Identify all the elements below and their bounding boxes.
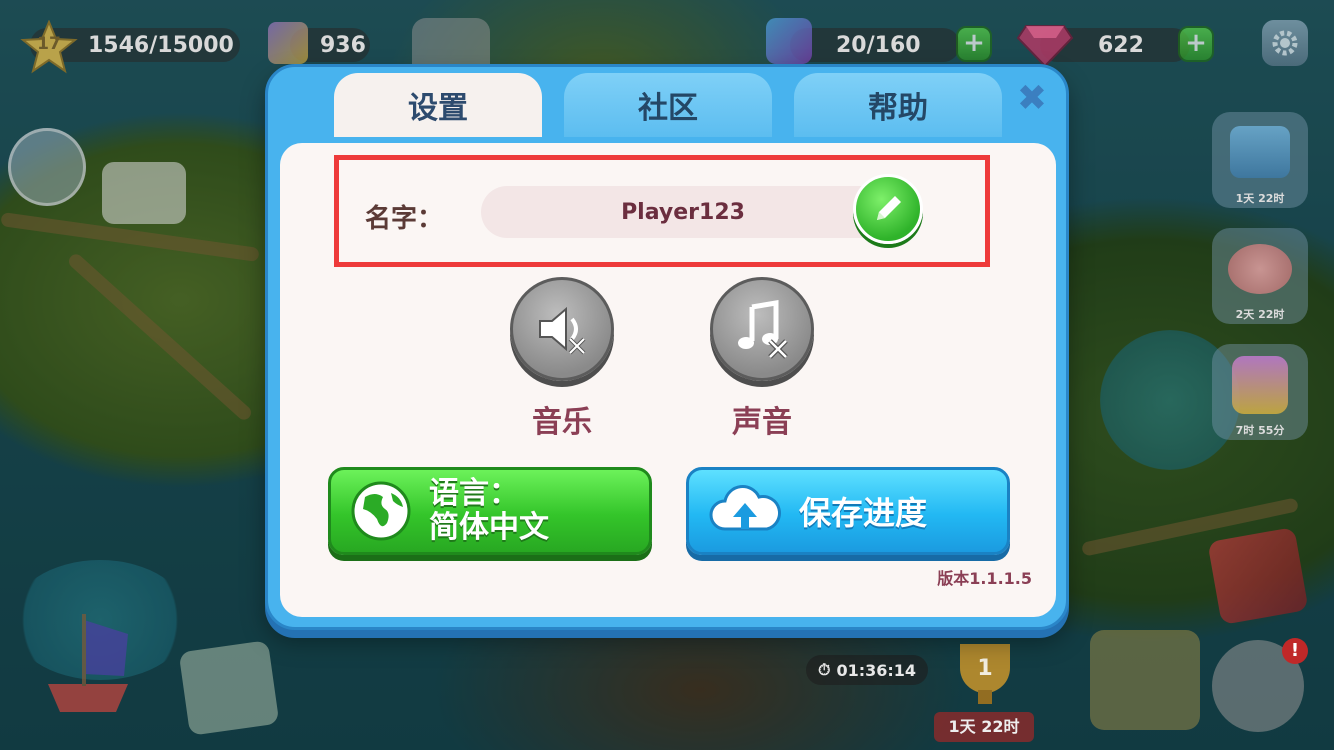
gem-trophy-icon [1232, 356, 1288, 414]
event-timer: 2天 22时 [1235, 308, 1285, 321]
cloud-upload-icon [709, 485, 781, 531]
gear-icon [1272, 30, 1298, 56]
add-gems-button[interactable]: + [1178, 26, 1214, 62]
language-value: 简体中文 [429, 510, 549, 545]
close-button[interactable]: ✖ [1014, 81, 1050, 117]
quest-book-icon[interactable] [1207, 526, 1309, 626]
energy-icon [766, 18, 812, 64]
settings-dialog: 设置 社区 帮助 ✖ 名字： Player123 音乐 声音 语言： 简体中文 … [265, 64, 1069, 630]
energy-value: 20/160 [836, 32, 921, 58]
player-level: 17 [37, 34, 61, 54]
globe-icon [351, 481, 411, 541]
event-timer: 7时 55分 [1235, 424, 1285, 437]
music-muted-icon [539, 306, 586, 355]
blocks-value: 936 [320, 32, 366, 58]
treasure-map-button[interactable] [178, 640, 280, 736]
piggy-bank-icon [1228, 244, 1292, 294]
ship-timer: ⏱ 01:36:14 [806, 655, 928, 685]
save-progress-button[interactable]: 保存进度 [686, 467, 1010, 555]
pirate-skull-button[interactable]: ! [1212, 638, 1308, 732]
save-progress-label: 保存进度 [799, 494, 928, 532]
ship-timer-value: 01:36:14 [836, 660, 917, 680]
version-label: 版本1.1.1.5 [937, 569, 1032, 588]
trophy-rank: 1 [977, 656, 993, 681]
sound-muted-icon [738, 300, 788, 359]
event-timer: 1天 22时 [1235, 192, 1285, 205]
xp-value: 1546/15000 [88, 32, 234, 58]
pencil-icon [877, 196, 901, 220]
sound-label: 声音 [732, 405, 792, 440]
add-energy-button[interactable]: + [956, 26, 992, 62]
statue-building-icon[interactable] [1090, 630, 1200, 730]
name-label: 名字： [365, 204, 444, 234]
pirate-ship-button[interactable] [28, 604, 148, 724]
tab-settings[interactable]: 设置 [334, 73, 542, 137]
gem-icon [1016, 25, 1074, 68]
piggy-bank-event-button[interactable]: 2天 22时 [1212, 228, 1308, 324]
player-name-field[interactable]: Player123 [481, 186, 885, 238]
trophy-timer: 1天 22时 [934, 712, 1034, 742]
settings-panel: 名字： Player123 音乐 声音 语言： 简体中文 保存进度 版本1.1.… [280, 143, 1056, 617]
treasure-chest-event-button[interactable]: 1天 22时 [1212, 112, 1308, 208]
island-map-button[interactable] [8, 128, 86, 206]
sound-toggle-button[interactable] [710, 277, 814, 381]
building-blocks-icon [268, 22, 308, 64]
trophy-button[interactable]: 1 [940, 638, 1030, 714]
name-row-highlight: 名字： Player123 [334, 155, 990, 267]
tab-help[interactable]: 帮助 [794, 73, 1002, 137]
gems-value: 622 [1098, 32, 1144, 58]
language-title: 语言： [429, 476, 519, 511]
music-toggle-button[interactable] [510, 277, 614, 381]
treasure-chest-icon [1230, 126, 1290, 178]
edit-name-button[interactable] [853, 174, 923, 244]
settings-button[interactable] [1262, 20, 1308, 66]
music-label: 音乐 [532, 405, 592, 440]
clock-icon: ⏱ [817, 660, 831, 679]
pie-order-bubble-icon[interactable] [102, 162, 186, 224]
energy-bar: 20/160 [790, 28, 960, 62]
gem-trophy-event-button[interactable]: 7时 55分 [1212, 344, 1308, 440]
language-button[interactable]: 语言： 简体中文 [328, 467, 652, 555]
pirate-ship-icon [48, 614, 128, 712]
tab-community[interactable]: 社区 [564, 73, 772, 137]
language-text: 语言： 简体中文 [429, 477, 549, 545]
alert-badge-icon: ! [1282, 638, 1308, 664]
